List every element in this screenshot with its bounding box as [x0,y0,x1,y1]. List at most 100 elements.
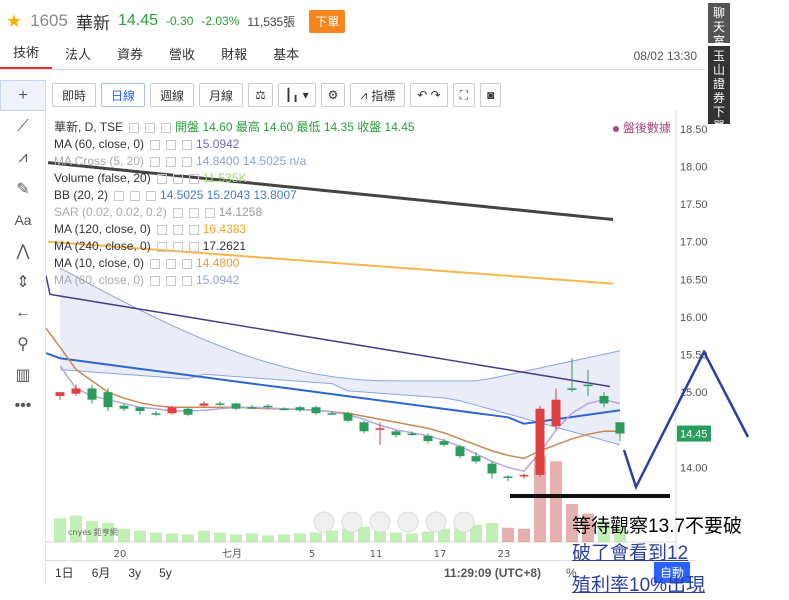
more-icon[interactable]: ••• [0,390,46,421]
legend-bb: BB (20, 2) 14.5025 15.2043 13.8007 [54,188,297,202]
candle-body [311,407,321,414]
volume-bar [230,534,242,542]
candle-body [87,388,97,400]
tab-revenue[interactable]: 營收 [156,44,208,69]
volume-bar [118,528,130,542]
tab-basic[interactable]: 基本 [260,44,312,69]
server-clock: 11:29:09 (UTC+8) [444,565,542,580]
volume-bar [214,532,226,542]
candle-body [199,403,209,406]
candle-body [471,456,481,462]
volume-bar [54,518,66,542]
trade-volume: 11,535張 [247,14,296,29]
undo-icon[interactable]: ↶ ↷ [410,83,448,107]
last-update-time: 08/02 13:30 [633,49,697,63]
zoom-icon[interactable]: ⚲ [0,328,46,359]
volume-bar [198,530,210,542]
candle-body [295,407,305,411]
broker-order-button[interactable]: 玉山證券下單 [708,46,730,133]
volume-bar [182,534,194,542]
crosshair-icon[interactable]: + [0,80,46,111]
brush-icon[interactable]: ✎ [0,173,46,204]
zoom-control[interactable] [341,511,363,533]
arrow-left-icon[interactable]: ← [0,297,46,328]
zoom-control[interactable] [425,511,447,533]
indicators-label: 指標 [371,88,396,103]
after-hours-toggle[interactable]: 盤後數據 [613,119,671,136]
zoom-control[interactable] [397,511,419,533]
zoom-control[interactable] [369,511,391,533]
favorite-star-icon[interactable]: ★ [6,11,22,32]
candle-body [135,407,145,411]
candle-body [567,388,577,390]
price-change-pct: -2.03% [201,14,240,28]
fullscreen-icon[interactable]: ⛶ [452,83,476,107]
candle-body [519,474,529,477]
quote-header: ★ 1605 華新 14.45 -0.30 -2.03% 11,535張 下單 [0,0,700,42]
date-tick-label: 20 [114,549,127,560]
date-tick-label: 17 [434,549,447,560]
range-1d[interactable]: 1日 [46,564,83,581]
tab-technical[interactable]: 技術 [0,42,53,69]
candle-body [423,435,433,442]
candle-body [247,407,257,409]
zoom-control[interactable] [453,511,475,533]
weekly-button[interactable]: 週線 [150,83,195,107]
tab-financials[interactable]: 財報 [208,44,260,69]
price-tick-label: 16.00 [680,312,708,324]
price-tick-label: 14.00 [680,462,708,474]
price-tick-label: 17.50 [680,199,708,211]
candle-body [263,405,273,408]
price-tick-label: 18.00 [680,161,708,173]
candle-body [439,441,449,445]
text-icon[interactable]: Aa [0,204,46,235]
tab-institutional[interactable]: 法人 [52,44,104,69]
stock-code: 1605 [30,11,68,30]
candle-body [231,403,241,409]
range-3y[interactable]: 3y [119,566,150,580]
chart-toolbar: 即時 日線 週線 月線 ⚖ ┃╻ ▾ ⚙ ⩘ 指標 ↶ ↷ ⛶ ◙ [46,80,696,110]
volume-bar [502,527,514,542]
candle-body [487,463,497,474]
legend-volume: Volume (false, 20) 11.535K [54,171,247,185]
volume-bar [422,531,434,542]
candle-body [71,388,81,394]
measure-icon[interactable]: ⇕ [0,266,46,297]
candle-body [503,476,513,478]
volume-bar [294,533,306,542]
price-tick-label: 17.00 [680,237,708,249]
range-5y[interactable]: 5y [150,566,181,580]
intraday-button[interactable]: 即時 [52,83,97,107]
volume-bar [390,532,402,542]
range-6m[interactable]: 6月 [83,564,120,581]
annotation-line-2: 破了會看到12 [572,543,689,564]
price-change: -0.30 [166,14,194,28]
volume-bar [134,530,146,542]
fib-icon[interactable]: ⩘ [0,142,46,173]
pattern-icon[interactable]: ⋀ [0,235,46,266]
scale-icon[interactable]: ⚖ [248,83,273,107]
candle-body [455,446,465,457]
date-tick-label: 11 [370,549,383,560]
order-button[interactable]: 下單 [309,9,346,33]
tab-securities[interactable]: 資券 [104,44,156,69]
gear-icon[interactable]: ⚙ [320,83,346,107]
monthly-button[interactable]: 月線 [199,83,244,107]
ruler-icon[interactable]: ▥ [0,359,46,390]
zoom-control[interactable] [313,511,335,533]
camera-icon[interactable]: ◙ [480,83,502,107]
main-tabs: 技術 法人 資券 營收 財報 基本 08/02 13:30 [0,42,705,70]
volume-bar [518,528,530,542]
watermark: cnyes 鉅亨網 [68,527,118,537]
candle-body [119,405,129,409]
daily-button[interactable]: 日線 [101,83,146,107]
indicator-legend: 華新, D, TSE 開盤 14.60 最高 14.60 最低 14.35 收盤… [54,119,415,289]
indicators-button[interactable]: ⩘ 指標 [350,83,406,107]
candles-icon[interactable]: ┃╻ ▾ [277,83,316,107]
volume-bar [486,523,498,542]
chatroom-button[interactable]: 聊天室 [708,3,730,48]
line-icon[interactable]: ⟋ [0,111,46,142]
legend-ma60: MA (60, close, 0) 15.0942 [54,137,240,151]
drawing-toolbar: + ⟋ ⩘ ✎ Aa ⋀ ⇕ ← ⚲ ▥ ••• [0,80,46,584]
date-tick-label: 5 [309,549,315,560]
